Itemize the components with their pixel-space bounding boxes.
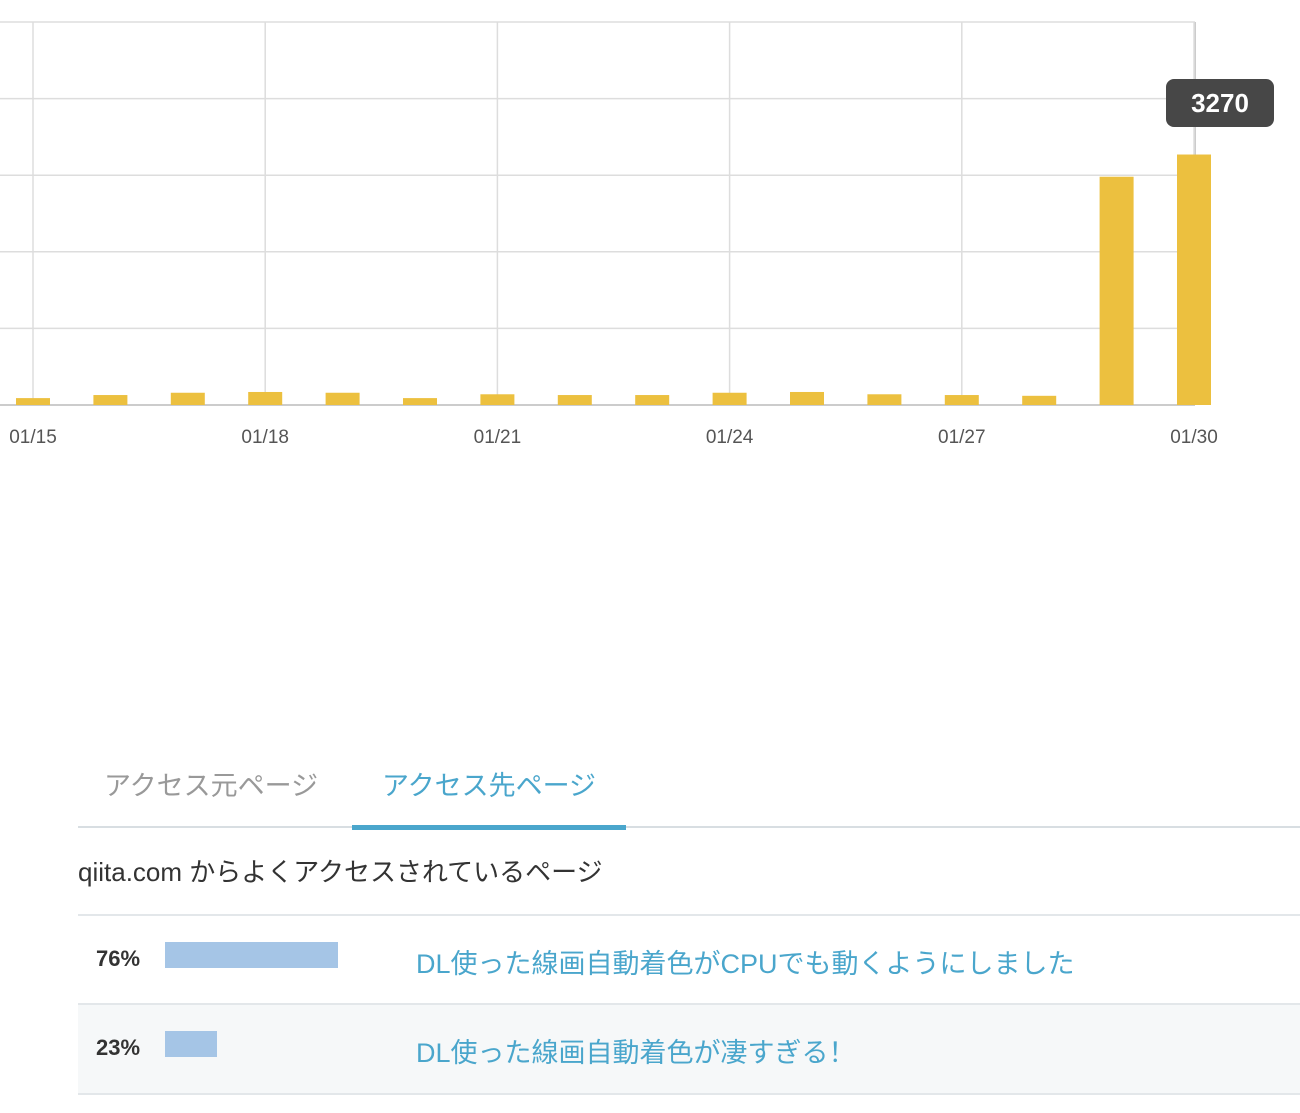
x-tick-label: 01/18 (241, 427, 289, 448)
x-tick-label: 01/30 (1170, 427, 1218, 448)
page-link[interactable]: DL使った線画自動着色が凄すぎる！ (416, 1031, 856, 1070)
tabs: アクセス元ページ アクセス先ページ (78, 744, 1300, 830)
bar-01-18 (248, 391, 283, 405)
bar-01-17 (170, 392, 205, 405)
chart-tooltip: 3270 (1166, 79, 1274, 127)
bar-01-16 (93, 395, 128, 405)
bar-01-26 (867, 394, 902, 405)
bar-01-27 (944, 395, 979, 405)
x-tick-label: 01/27 (938, 427, 986, 448)
daily-views-chart: 01/15 01/18 01/21 01/24 01/27 01/30 (0, 21, 1218, 448)
percent-bar-fill (165, 1031, 218, 1057)
section-heading: qiita.com からよくアクセスされているページ (78, 857, 603, 887)
bar-01-25 (790, 391, 824, 405)
bar-01-24 (712, 392, 747, 405)
bar-01-15 (16, 398, 50, 405)
bar-01-19 (325, 392, 360, 405)
page-link[interactable]: DL使った線画自動着色がCPUでも動くようにしました (416, 942, 1075, 981)
percent-label: 76% (96, 946, 141, 971)
bar-01-23 (635, 395, 670, 405)
x-tick-label: 01/24 (706, 427, 754, 448)
bar-01-20 (403, 398, 437, 405)
x-tick-label: 01/15 (9, 427, 57, 448)
x-tick-label: 01/21 (474, 427, 522, 448)
bar-01-28 (1022, 395, 1057, 405)
percent-label: 23% (96, 1035, 141, 1060)
bar-01-21 (480, 394, 515, 405)
bar-01-22 (557, 395, 592, 405)
percent-bar-fill (165, 942, 339, 968)
table-row: 76% DL使った線画自動着色がCPUでも動くようにしました (78, 914, 1300, 1004)
tab-referrer-pages[interactable]: アクセス元ページ (104, 764, 318, 825)
bar-01-29 (1099, 176, 1134, 405)
percent-bar (165, 1031, 393, 1057)
tab-destination-pages[interactable]: アクセス先ページ (352, 764, 626, 830)
percent-bar (165, 942, 393, 968)
table-row: 23% DL使った線画自動着色が凄すぎる！ (78, 1003, 1300, 1095)
bar-01-30 (1177, 154, 1211, 405)
